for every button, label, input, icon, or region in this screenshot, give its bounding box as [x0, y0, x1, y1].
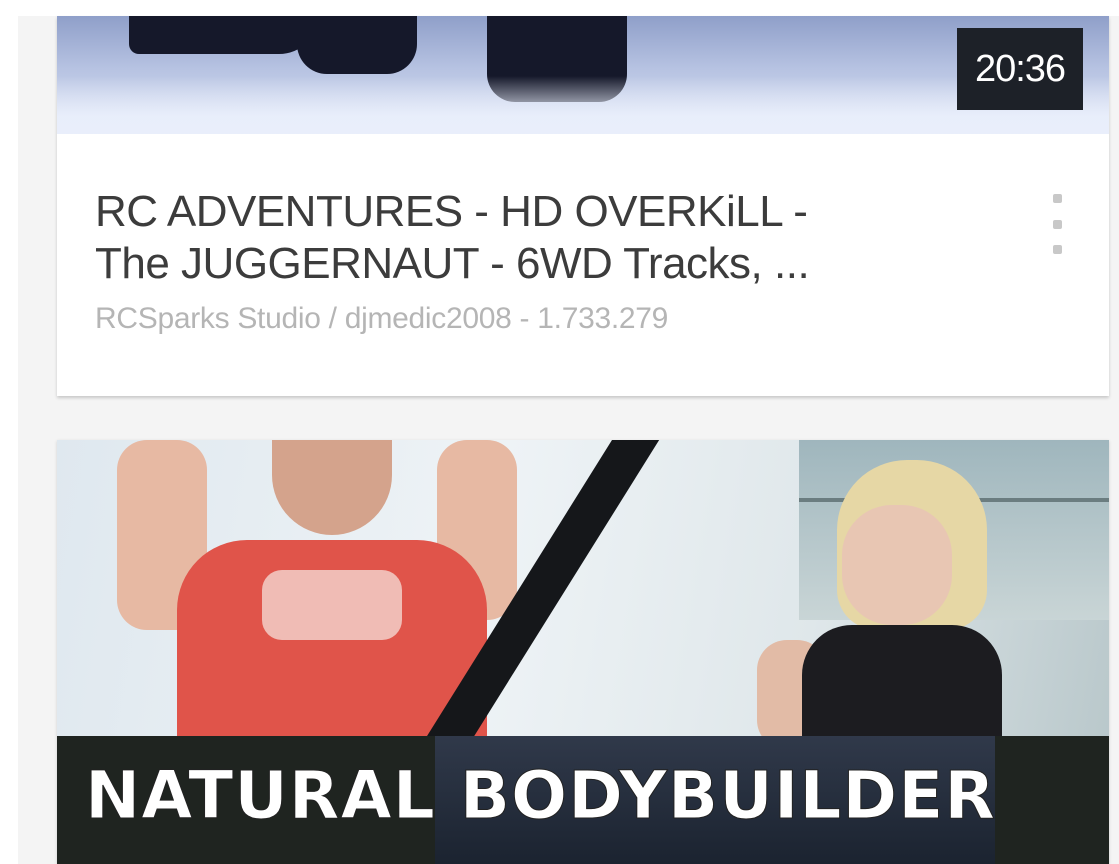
top-strip: [0, 0, 1119, 16]
menu-dot: [1052, 219, 1062, 229]
thumbnail-truck-part: [297, 16, 417, 74]
thumbnail-truck-part: [129, 16, 319, 54]
left-edge: [0, 0, 18, 864]
video-meta: RCSparks Studio / djmedic2008 - 1.733.27…: [95, 302, 669, 335]
video-card[interactable]: NATURAL BODYBUILDER: [57, 440, 1109, 864]
video-info: RC ADVENTURES - HD OVERKiLL - The JUGGER…: [95, 186, 1015, 336]
thumbnail-caption: NATURAL BODYBUILDER: [84, 757, 997, 835]
thumbnail-person-face: [842, 505, 952, 625]
thumbnail-shirt-logo: [262, 570, 402, 640]
video-thumbnail[interactable]: NATURAL BODYBUILDER: [57, 440, 1109, 864]
thumbnail-person-head: [272, 440, 392, 535]
thumbnail-banner: NATURAL BODYBUILDER: [57, 736, 1109, 864]
video-card[interactable]: 20:36 RC ADVENTURES - HD OVERKiLL - The …: [57, 16, 1109, 396]
menu-dot: [1052, 245, 1062, 254]
video-thumbnail[interactable]: 20:36: [57, 16, 1109, 134]
thumbnail-snow: [57, 76, 1109, 134]
menu-dot: [1052, 194, 1062, 203]
video-title[interactable]: RC ADVENTURES - HD OVERKiLL - The JUGGER…: [95, 186, 1015, 290]
more-vert-icon[interactable]: [1047, 194, 1067, 254]
duration-badge: 20:36: [957, 28, 1083, 110]
